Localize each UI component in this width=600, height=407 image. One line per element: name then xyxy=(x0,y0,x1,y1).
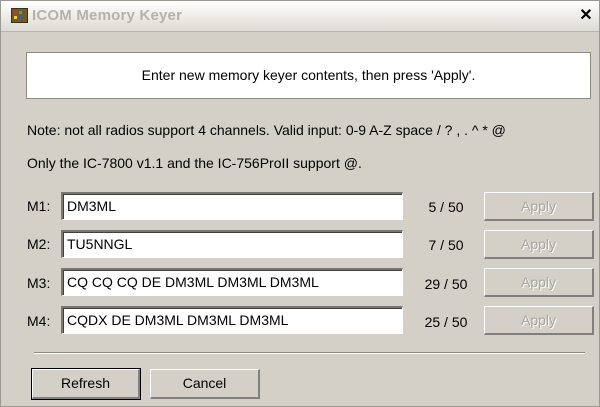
apply-button-m3[interactable]: Apply xyxy=(484,268,594,297)
char-count-m3: 29 / 50 xyxy=(424,276,468,292)
memory-label-m1: M1: xyxy=(27,198,51,214)
valid-input-note: Note: not all radios support 4 channels.… xyxy=(27,122,506,138)
char-count-m4: 25 / 50 xyxy=(424,314,468,330)
title-bar[interactable]: ICOM Memory Keyer ✕ xyxy=(1,1,599,32)
memory-label-m4: M4: xyxy=(27,313,51,329)
app-icon xyxy=(11,8,28,23)
memory-input-m4[interactable]: CQDX DE DM3ML DM3ML DM3ML xyxy=(61,306,403,334)
close-icon[interactable]: ✕ xyxy=(576,6,596,26)
radio-support-note: Only the IC-7800 v1.1 and the IC-756ProI… xyxy=(27,155,362,171)
instruction-text: Enter new memory keyer contents, then pr… xyxy=(141,67,476,83)
memory-input-m2[interactable]: TU5NNGL xyxy=(61,230,403,258)
memory-input-m1[interactable]: DM3ML xyxy=(61,192,403,220)
apply-button-m4[interactable]: Apply xyxy=(484,306,594,335)
memory-label-m2: M2: xyxy=(27,236,51,252)
refresh-button[interactable]: Refresh xyxy=(31,368,141,400)
apply-button-m1[interactable]: Apply xyxy=(484,192,594,221)
apply-button-m2[interactable]: Apply xyxy=(484,230,594,259)
window-title: ICOM Memory Keyer xyxy=(32,7,183,24)
separator xyxy=(34,352,585,354)
memory-keyer-dialog: ICOM Memory Keyer ✕ Enter new memory key… xyxy=(0,0,600,407)
instruction-banner: Enter new memory keyer contents, then pr… xyxy=(26,52,591,99)
char-count-m1: 5 / 50 xyxy=(428,199,464,215)
char-count-m2: 7 / 50 xyxy=(428,237,464,253)
cancel-button[interactable]: Cancel xyxy=(150,369,260,399)
memory-label-m3: M3: xyxy=(27,275,51,291)
memory-input-m3[interactable]: CQ CQ CQ DE DM3ML DM3ML DM3ML xyxy=(61,268,403,296)
